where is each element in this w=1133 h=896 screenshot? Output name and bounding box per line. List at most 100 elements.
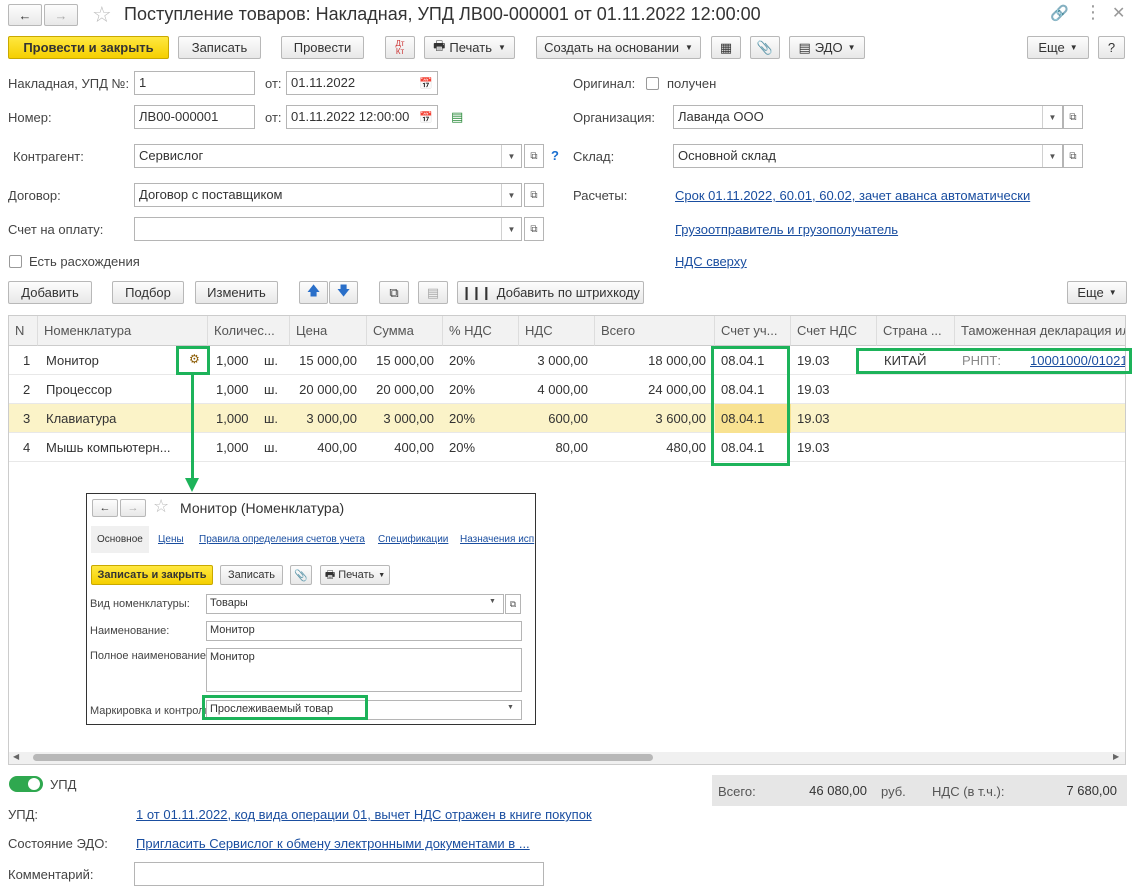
col-header-country[interactable]: Страна ...	[877, 316, 955, 346]
more-button[interactable]: Еще ▼	[1027, 36, 1089, 59]
row-total[interactable]: 24 000,00	[595, 375, 712, 404]
row-vat-rate[interactable]: 20%	[443, 375, 481, 404]
row-sum[interactable]: 400,00	[363, 433, 440, 462]
organization-dropdown-icon[interactable]: ▼	[1042, 106, 1062, 128]
inset-name-field[interactable]: Монитор	[206, 621, 522, 641]
inset-kind-dropdown-icon[interactable]: ▼	[489, 598, 496, 605]
row-vat-rate[interactable]: 20%	[443, 346, 481, 375]
upd-toggle[interactable]	[9, 776, 43, 792]
dtkt-button[interactable]: Дт Кт	[385, 36, 415, 59]
warehouse-field[interactable]: Основной склад	[673, 144, 1063, 168]
row-vat[interactable]: 3 000,00	[515, 346, 594, 375]
col-header-declaration[interactable]: Таможенная декларация ил	[955, 316, 1125, 346]
row-sum[interactable]: 20 000,00	[363, 375, 440, 404]
contractor-dropdown-icon[interactable]: ▼	[501, 145, 521, 167]
edo-button[interactable]: ▤ ЭДО ▼	[789, 36, 865, 59]
discrepancy-checkbox[interactable]	[9, 255, 22, 268]
row-vat-account[interactable]: 19.03	[791, 346, 836, 375]
inset-tab-specifications[interactable]: Спецификации	[378, 534, 448, 545]
inset-tab-main[interactable]: Основное	[91, 526, 149, 553]
vat-on-top-link[interactable]: НДС сверху	[675, 254, 747, 269]
col-header-quantity[interactable]: Количес...	[208, 316, 290, 346]
save-button[interactable]: Записать	[178, 36, 261, 59]
inset-fullname-field[interactable]: Монитор	[206, 648, 522, 692]
row-vat-rate[interactable]: 20%	[443, 433, 481, 462]
forward-button[interactable]: →	[44, 4, 78, 26]
row-vat-account[interactable]: 19.03	[791, 375, 836, 404]
link-icon[interactable]: 🔗	[1050, 4, 1069, 22]
settlements-link[interactable]: Срок 01.11.2022, 60.01, 60.02, зачет ава…	[675, 188, 1030, 203]
inset-kind-open-icon[interactable]: ⧉	[505, 594, 521, 614]
organization-open-icon[interactable]: ⧉	[1063, 105, 1083, 129]
post-button[interactable]: Провести	[281, 36, 364, 59]
col-header-price[interactable]: Цена	[290, 316, 367, 346]
row-price[interactable]: 400,00	[290, 433, 363, 462]
inset-marking-dropdown-icon[interactable]: ▼	[507, 704, 514, 711]
col-header-nomenclature[interactable]: Номенклатура	[38, 316, 208, 346]
number-field[interactable]: ЛВ00-000001	[134, 105, 255, 129]
original-received-checkbox[interactable]	[646, 77, 659, 90]
inset-kind-field[interactable]: Товары	[206, 594, 504, 614]
col-header-sum[interactable]: Сумма	[367, 316, 443, 346]
copy-rows-button[interactable]: ⧉	[379, 281, 409, 304]
contract-dropdown-icon[interactable]: ▼	[501, 184, 521, 206]
comment-field[interactable]	[134, 862, 544, 886]
invoice-number-field[interactable]: 1	[134, 71, 255, 95]
row-nomenclature[interactable]: Монитор	[40, 346, 180, 375]
table-more-button[interactable]: Еще ▼	[1067, 281, 1127, 304]
row-price[interactable]: 15 000,00	[290, 346, 363, 375]
payment-invoice-dropdown-icon[interactable]: ▼	[501, 218, 521, 240]
inset-tab-prices[interactable]: Цены	[158, 534, 184, 545]
col-header-vat-rate[interactable]: % НДС	[443, 316, 519, 346]
table-row[interactable]: 4 Мышь компьютерн... 1,000 ш. 400,00 400…	[9, 433, 1125, 462]
row-quantity[interactable]: 1,000	[210, 404, 255, 433]
payment-invoice-field[interactable]	[134, 217, 522, 241]
row-price[interactable]: 20 000,00	[290, 375, 363, 404]
row-vat-rate[interactable]: 20%	[443, 404, 481, 433]
row-nomenclature[interactable]: Мышь компьютерн...	[40, 433, 205, 462]
document-status-icon[interactable]: ▤	[451, 109, 463, 125]
more-vert-icon[interactable]: ⋮	[1084, 2, 1102, 23]
inset-back-button[interactable]: ←	[92, 499, 118, 517]
attach-button[interactable]: 📎	[750, 36, 780, 59]
inset-tab-purposes[interactable]: Назначения исп	[460, 534, 534, 545]
scroll-right-icon[interactable]: ▶	[1113, 752, 1119, 761]
warehouse-open-icon[interactable]: ⧉	[1063, 144, 1083, 168]
organization-field[interactable]: Лаванда ООО	[673, 105, 1063, 129]
scrollbar-thumb[interactable]	[33, 754, 653, 761]
col-header-account[interactable]: Счет уч...	[715, 316, 791, 346]
table-row-selected[interactable]: 3 Клавиатура 1,000 ш. 3 000,00 3 000,00 …	[9, 404, 1125, 433]
scroll-left-icon[interactable]: ◀	[13, 752, 19, 761]
row-vat[interactable]: 80,00	[515, 433, 594, 462]
inset-favorite-star-icon[interactable]: ☆	[153, 496, 169, 517]
change-button[interactable]: Изменить	[195, 281, 278, 304]
add-row-button[interactable]: Добавить	[8, 281, 92, 304]
create-based-on-button[interactable]: Создать на основании ▼	[536, 36, 701, 59]
inset-save-button[interactable]: Записать	[220, 565, 283, 585]
col-header-vat-account[interactable]: Счет НДС	[791, 316, 877, 346]
close-icon[interactable]: ✕	[1112, 3, 1125, 23]
structure-button[interactable]: ▦	[711, 36, 741, 59]
horizontal-scrollbar[interactable]: ◀ ▶	[9, 752, 1125, 764]
warehouse-dropdown-icon[interactable]: ▼	[1042, 145, 1062, 167]
col-header-vat[interactable]: НДС	[519, 316, 595, 346]
upd-link[interactable]: 1 от 01.11.2022, код вида операции 01, в…	[136, 807, 592, 822]
row-quantity[interactable]: 1,000	[210, 433, 255, 462]
calendar-icon[interactable]: 📅	[416, 106, 436, 128]
help-question-icon[interactable]: ?	[551, 148, 559, 163]
inset-attach-button[interactable]: 📎	[290, 565, 312, 585]
inset-print-button[interactable]: 🖶 Печать ▼	[320, 565, 390, 585]
contractor-open-icon[interactable]: ⧉	[524, 144, 544, 168]
calendar-icon[interactable]: 📅	[416, 72, 436, 94]
pick-button[interactable]: Подбор	[112, 281, 184, 304]
row-quantity[interactable]: 1,000	[210, 346, 255, 375]
edo-status-link[interactable]: Пригласить Сервислог к обмену электронны…	[136, 836, 530, 851]
add-by-barcode-button[interactable]: ❙❙❙ Добавить по штрихкоду	[457, 281, 644, 304]
inset-forward-button[interactable]: →	[120, 499, 146, 517]
favorite-star-icon[interactable]: ☆	[92, 2, 112, 28]
paste-rows-button[interactable]: ▤	[418, 281, 448, 304]
inset-tab-account-rules[interactable]: Правила определения счетов учета	[199, 534, 365, 545]
col-header-total[interactable]: Всего	[595, 316, 715, 346]
row-vat-account[interactable]: 19.03	[791, 404, 836, 433]
back-button[interactable]: ←	[8, 4, 42, 26]
